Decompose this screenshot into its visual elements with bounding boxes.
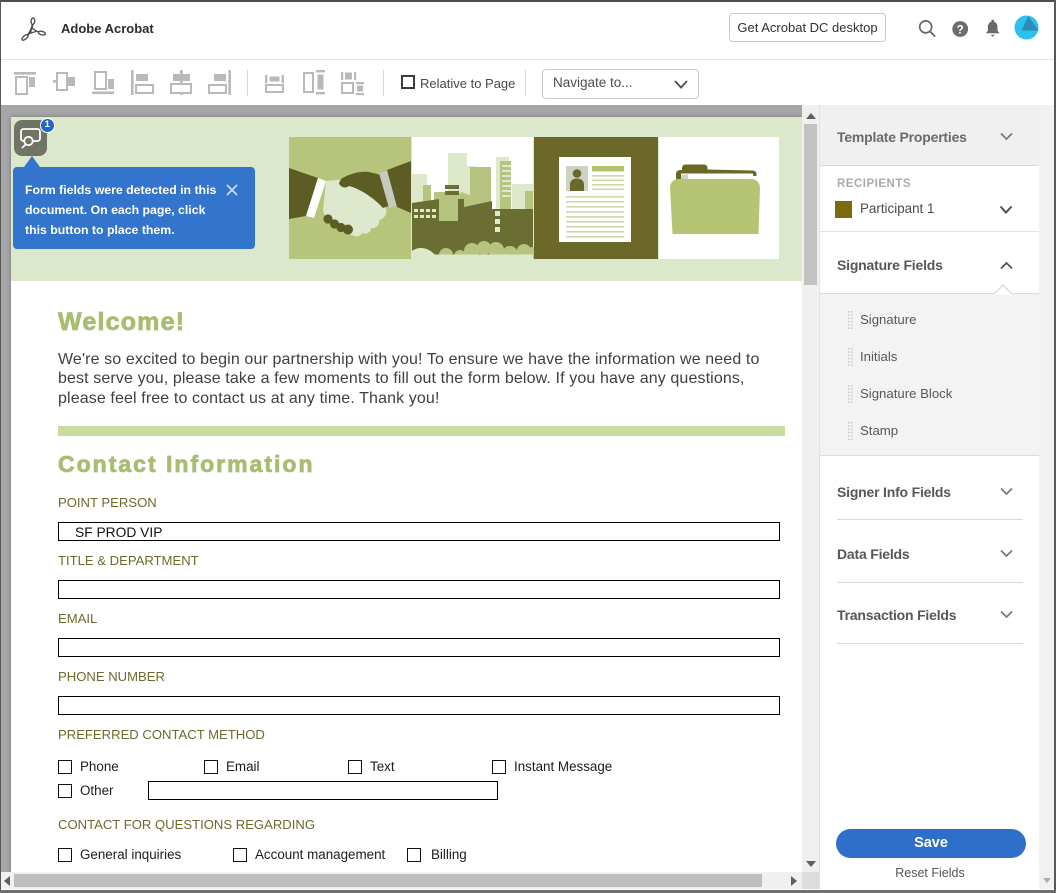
svg-text:?: ? xyxy=(957,24,964,36)
